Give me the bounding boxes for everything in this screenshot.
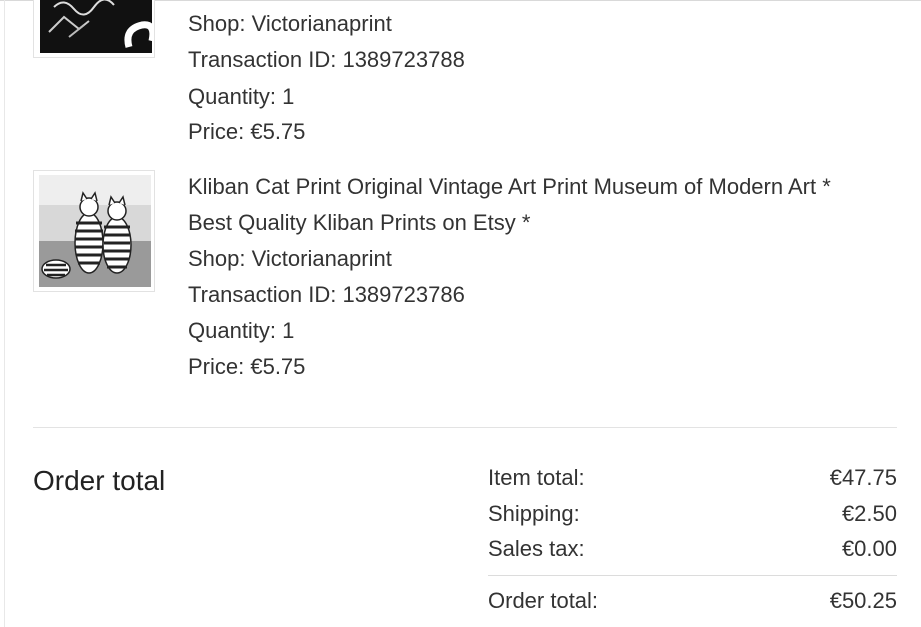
totals-divider <box>488 575 897 576</box>
item-price: Price: €5.75 <box>188 119 306 144</box>
order-total-label: Order total: <box>488 588 599 613</box>
item-transaction-id: Transaction ID: 1389723786 <box>188 282 465 307</box>
artwork-thumbnail-icon <box>34 0 154 57</box>
item-title-line-2[interactable]: Best Quality Kliban Prints on Etsy * <box>188 205 530 241</box>
item-total-row: Item total: €47.75 <box>488 460 897 496</box>
item-shop: Shop: Victorianaprint <box>188 11 392 36</box>
item-transaction-id: Transaction ID: 1389723788 <box>188 47 465 72</box>
item-quantity: Quantity: 1 <box>188 84 295 109</box>
order-total-value: €50.25 <box>829 588 897 613</box>
shipping-label: Shipping: <box>488 501 580 526</box>
item-quantity: Quantity: 1 <box>188 318 295 343</box>
cat-print-thumbnail-icon <box>34 171 154 291</box>
item-price: Price: €5.75 <box>188 354 306 379</box>
order-total-heading: Order total <box>33 465 166 496</box>
shipping-row: Shipping: €2.50 <box>488 496 897 532</box>
item-thumbnail-1[interactable] <box>33 0 155 58</box>
section-divider <box>33 427 897 428</box>
sales-tax-value: €0.00 <box>841 536 897 561</box>
shipping-value: €2.50 <box>841 501 897 526</box>
sales-tax-label: Sales tax: <box>488 536 585 561</box>
left-border <box>4 0 5 627</box>
item-shop: Shop: Victorianaprint <box>188 246 392 271</box>
item-total-label: Item total: <box>488 465 585 490</box>
sales-tax-row: Sales tax: €0.00 <box>488 531 897 567</box>
item-thumbnail-2[interactable] <box>33 170 155 292</box>
item-total-value: €47.75 <box>829 465 897 490</box>
item-title-line-1[interactable]: Kliban Cat Print Original Vintage Art Pr… <box>188 169 831 205</box>
order-total-row: Order total: €50.25 <box>488 583 897 619</box>
